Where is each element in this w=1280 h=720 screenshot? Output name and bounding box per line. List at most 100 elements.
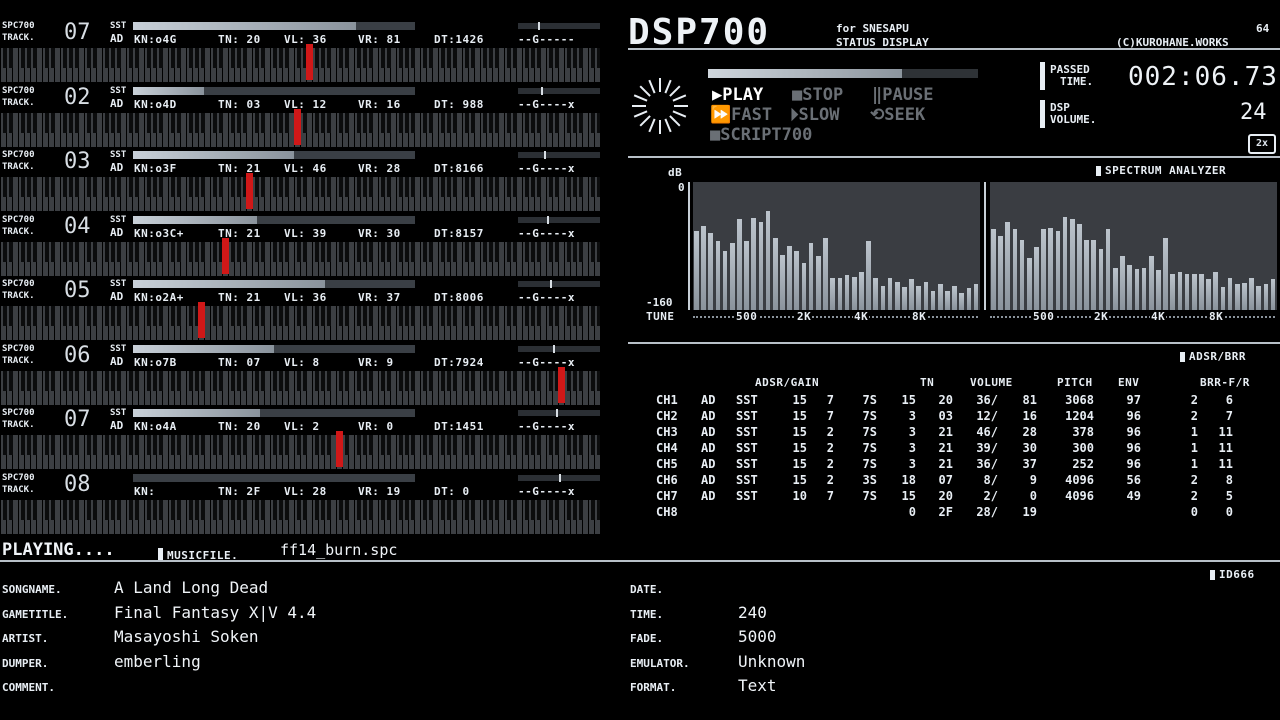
spectrum-bar [1213,271,1219,310]
track-env: --G----x [518,97,575,111]
track-spc: SPC700 [2,408,35,418]
adsr-cell: 8/ [983,473,998,487]
track-row: SPC700 TRACK. 07 SST AD KN:o4A TN: 20 VL: 2 VR: … [0,408,602,473]
track-spc: SPC700 [2,150,35,160]
note-indicator [198,302,205,338]
adsr-cell: 15 [792,393,807,407]
adsr-cell: 56 [1126,473,1141,487]
spectrum-bar [909,279,914,310]
track-sst: SST [110,214,127,225]
fast-button[interactable]: ⏩FAST [710,105,772,125]
track-tn: TN: 21 [218,291,261,304]
play-button[interactable]: ▶PLAY [712,85,763,105]
adsr-cell: 2F [938,505,953,519]
spectrum-left [693,182,980,310]
pause-button[interactable]: ‖PAUSE [872,85,933,105]
spinner-ray [639,85,651,97]
adsr-cell: 2 [1190,473,1198,487]
piano-keyboard [0,108,600,147]
seek-bar-fill [708,69,903,78]
track-range-tick [547,215,549,224]
adsr-cell: 30 [1022,441,1037,455]
tune-tick-label: 2K [1093,310,1110,323]
spectrum-bar [991,229,996,310]
zoom-button[interactable]: 2x [1248,134,1276,154]
tune-tick-label: 4K [853,310,870,323]
spectrum-bar [694,230,699,310]
piano-black-keys [0,241,600,262]
adsr-cell: 252 [1072,457,1094,471]
meta-key: TIME. [630,607,664,621]
spectrum-bar [1234,284,1240,310]
spectrum-bar [708,233,714,310]
track-env: --G----- [518,33,575,46]
track-vr: VR: 30 [358,226,401,240]
track-progress-fill [133,215,258,224]
track-progress [133,473,415,482]
spectrum-bar [1091,239,1097,310]
track-tn: TN: 07 [218,355,261,369]
stop-button[interactable]: ■STOP [792,85,843,105]
track-tn: TN: 2F [218,484,261,498]
piano-keyboard [0,302,600,340]
spectrum-bar [729,243,735,310]
credit: (C)KUROHANE.WORKS [1116,36,1229,49]
track-kn: KN:o4D [134,97,177,111]
track-vr: VR: 28 [358,162,401,175]
adsr-cell: 19 [1022,505,1037,519]
piano-keyboard [0,44,600,82]
adsr-cell: 28/ [976,505,998,519]
meta-value: A Land Long Dead [114,578,269,597]
slow-button[interactable]: ⏵SLOW [790,105,839,125]
adsr-cell: 36/ [976,393,998,407]
spectrum-bar [1270,279,1276,310]
track-spc: SPC700 [2,343,35,354]
tune-tick-label: 500 [735,310,759,323]
track-dt: DT: 988 [434,97,484,111]
adsr-cell: AD [701,441,716,455]
adsr-cell: 20 [938,489,953,503]
seek-bar[interactable] [708,69,978,78]
track-dt: DT:8006 [434,291,484,304]
track-row: SPC700 TRACK. 08 KN: TN: 2F VL: 28 VR: 19 DT: 0… [0,472,602,538]
adsr-header-env: ENV [1118,376,1140,389]
adsr-cell: 96 [1126,409,1141,423]
track-number: 04 [64,213,91,239]
spectrum-bar [966,288,972,310]
seek-button[interactable]: ⟲SEEK [870,105,925,125]
logo-subtitle: STATUS DISPLAY [836,36,929,49]
track-range [518,473,600,482]
spectrum-bar [1041,229,1046,310]
track-spc: SPC700 [2,85,35,96]
tune-label: TUNE [646,310,675,323]
spectrum-bar [1249,278,1254,310]
track-number: 03 [64,149,91,174]
adsr-cell [1099,504,1146,520]
adsr-row: CH1 AD SST 15 7 7S 15 20 36/81 3068 97 2 6 [656,392,1238,408]
track-spc: SPC700 [2,21,35,31]
logo-for: for SNESAPU [836,22,909,35]
tune-tick-label: 500 [1032,310,1056,323]
track-label: TRACK. [2,226,35,237]
script700-button[interactable]: ■SCRIPT700 [710,125,812,145]
spectrum-bar [1084,239,1089,310]
passed-time-marker [1040,62,1045,90]
divider-playing [0,560,1280,562]
spinner-ray [648,79,656,94]
adsr-cell: 15 [901,393,916,407]
track-sst: SST [110,21,127,31]
adsr-cell [779,504,812,520]
track-progress [133,409,415,417]
adsr-cell: 96 [1126,441,1141,455]
adsr-cell: 15 [792,425,807,439]
adsr-cell: 96 [1126,457,1141,471]
note-indicator [336,431,343,467]
track-dt: DT:1426 [434,33,484,46]
track-kn: KN:o4G [134,33,177,46]
musicfile-name: ff14_burn.spc [280,541,398,559]
meta-value: Text [738,676,777,695]
spectrum-bar [1220,286,1226,310]
adsr-cell: 7S [862,393,877,407]
adsr-cell: 11 [1218,457,1233,471]
tune-tick-label: 8K [1208,310,1225,323]
